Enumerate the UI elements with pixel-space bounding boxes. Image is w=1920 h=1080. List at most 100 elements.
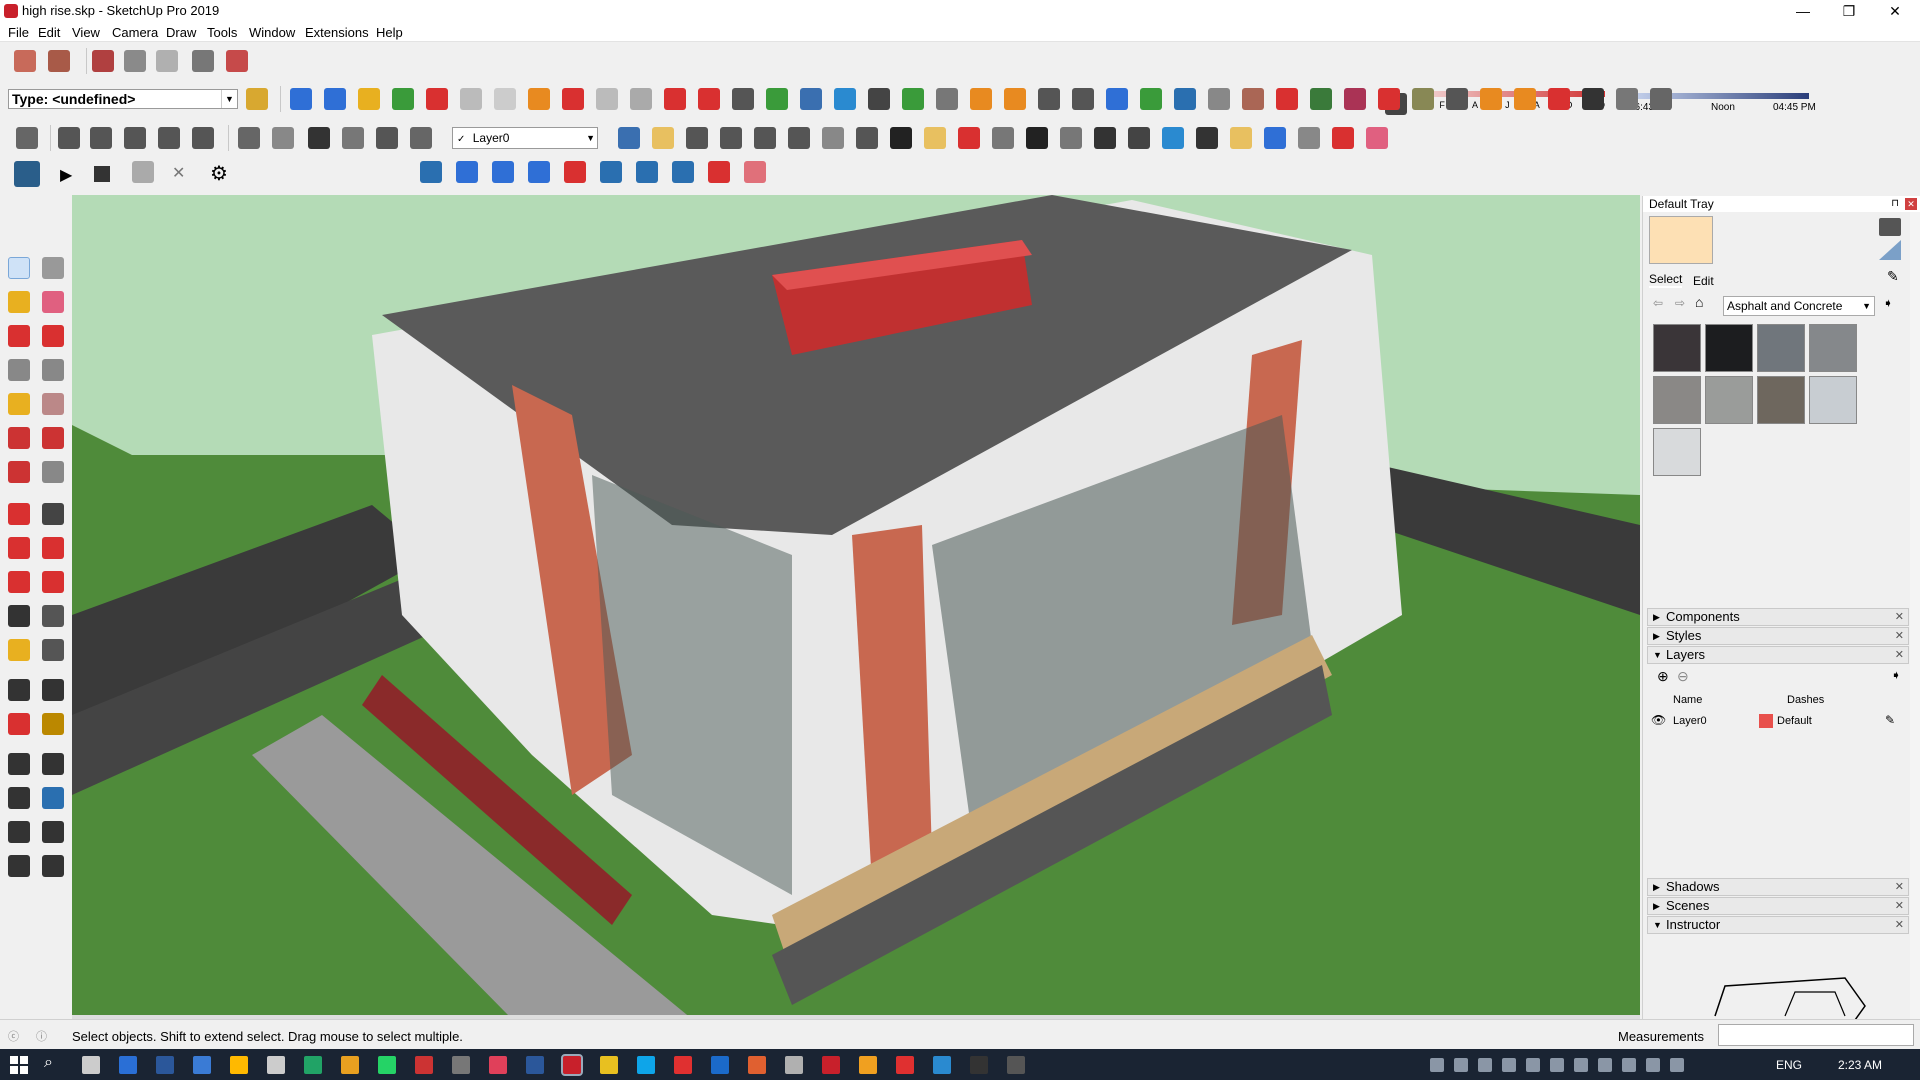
material-swatch[interactable] (1705, 324, 1753, 372)
position-camera-left-icon[interactable] (8, 821, 30, 843)
tray-app-1[interactable] (1430, 1058, 1444, 1072)
calculator-icon[interactable] (119, 1056, 137, 1074)
iso-view-icon[interactable] (58, 127, 80, 149)
line-icon[interactable] (562, 88, 584, 110)
text-icon[interactable] (800, 88, 822, 110)
protractor-left-icon[interactable] (8, 639, 30, 661)
section-left-icon[interactable] (42, 855, 64, 877)
tape-left-icon[interactable] (8, 605, 30, 627)
tray-app-4[interactable] (1550, 1058, 1564, 1072)
menu-window[interactable]: Window (249, 25, 295, 40)
rectangle-icon[interactable] (528, 88, 550, 110)
collapse-icon[interactable]: ▼ (1653, 917, 1662, 933)
ellipse-draw-icon[interactable] (1094, 127, 1116, 149)
autocad-icon[interactable] (674, 1056, 692, 1074)
arc-left-icon[interactable] (8, 427, 30, 449)
make-component-left-icon[interactable] (42, 257, 64, 279)
pen-icon[interactable] (1670, 1058, 1684, 1072)
orbit-left-icon[interactable] (8, 713, 30, 735)
curve-draw-icon[interactable] (1162, 127, 1184, 149)
position-camera-tool-icon[interactable] (822, 127, 844, 149)
material-swatch[interactable] (1653, 376, 1701, 424)
chevron-down-icon[interactable]: ▼ (586, 128, 595, 148)
house-icon[interactable] (308, 127, 330, 149)
pin-icon[interactable]: ⊓ (1891, 196, 1899, 212)
chevron-down-icon[interactable]: ▼ (221, 90, 237, 108)
trim-icon[interactable] (1174, 88, 1196, 110)
material-swatch[interactable] (1653, 324, 1701, 372)
close-icon[interactable]: ✕ (1895, 628, 1904, 644)
app-icon-4[interactable] (748, 1056, 766, 1074)
sketchup-taskbar-icon[interactable] (415, 1056, 433, 1074)
expand-icon[interactable]: ▶ (1653, 628, 1660, 644)
front-view-icon[interactable] (124, 127, 146, 149)
zoom-extents-tool-icon[interactable] (754, 127, 776, 149)
3d-text-left-icon[interactable] (42, 679, 64, 701)
component-icon[interactable] (324, 88, 346, 110)
chrome-icon[interactable] (341, 1056, 359, 1074)
material-swatch[interactable] (1757, 376, 1805, 424)
look-around-left-icon[interactable] (42, 821, 64, 843)
minimize-button[interactable]: — (1780, 0, 1826, 22)
collapse-icon[interactable]: ▼ (1653, 647, 1662, 663)
app-icon-3[interactable] (711, 1056, 729, 1074)
tray-app-3[interactable] (1478, 1058, 1492, 1072)
entity-type-field[interactable]: Type: <undefined> ▼ (8, 89, 238, 109)
outer-shell-icon[interactable] (1038, 88, 1060, 110)
zoom-window-tool-icon[interactable] (720, 127, 742, 149)
zoom-extents-icon[interactable] (1446, 88, 1468, 110)
textured-icon[interactable] (410, 127, 432, 149)
circle-left-icon[interactable] (8, 393, 30, 415)
zoom-window-icon[interactable] (1480, 88, 1502, 110)
store-icon[interactable] (267, 1056, 285, 1074)
gear-icon[interactable]: ⚙ (210, 161, 228, 186)
split-icon[interactable] (1208, 88, 1230, 110)
orbit-tool-icon[interactable] (618, 127, 640, 149)
photoshop-icon[interactable] (156, 1056, 174, 1074)
close-button[interactable]: ✕ (1872, 0, 1918, 22)
push-pull-icon[interactable] (426, 88, 448, 110)
tray-app-2[interactable] (1454, 1058, 1468, 1072)
sketchup-active-icon[interactable] (561, 1054, 583, 1076)
expand-icon[interactable]: ▶ (1653, 898, 1660, 914)
intersect-icon[interactable] (1072, 88, 1094, 110)
paint-icon[interactable] (1650, 88, 1672, 110)
section-shadows[interactable]: ▶ Shadows ✕ (1647, 878, 1909, 896)
walk-left-icon[interactable] (8, 855, 30, 877)
orbit-icon[interactable] (494, 88, 516, 110)
fredo-icon[interactable] (744, 161, 766, 183)
paint-bucket-icon[interactable] (290, 88, 312, 110)
back-view-icon[interactable] (192, 127, 214, 149)
look-around-tool-icon[interactable] (856, 127, 878, 149)
display-section-icon[interactable] (630, 88, 652, 110)
info-icon[interactable]: ⓘ (36, 1028, 47, 1044)
dimension-icon[interactable] (766, 88, 788, 110)
app-icon[interactable] (489, 1056, 507, 1074)
default-material-icon[interactable] (1879, 240, 1901, 260)
material-swatch[interactable] (1809, 324, 1857, 372)
onedrive-icon[interactable] (1598, 1058, 1612, 1072)
menu-file[interactable]: File (8, 25, 29, 40)
pie-left-icon[interactable] (42, 461, 64, 483)
bridge-icon[interactable] (970, 1056, 988, 1074)
circle-icon[interactable] (1310, 88, 1332, 110)
push-pull-left-icon[interactable] (42, 503, 64, 525)
offset-icon[interactable] (1004, 88, 1026, 110)
three-point-arc-icon[interactable] (8, 461, 30, 483)
pan-tool-icon[interactable] (652, 127, 674, 149)
layer-details-icon[interactable]: ➧ (1891, 668, 1901, 682)
rotate-icon[interactable] (936, 88, 958, 110)
offset-left-icon[interactable] (42, 571, 64, 593)
layer-color-swatch[interactable] (1759, 714, 1773, 728)
previous-view-icon[interactable] (788, 127, 810, 149)
microphone-icon[interactable] (1502, 1058, 1516, 1072)
scale-icon[interactable] (970, 88, 992, 110)
redo-icon[interactable] (708, 161, 730, 183)
menu-view[interactable]: View (72, 25, 100, 40)
polygon-draw-icon[interactable] (1060, 127, 1082, 149)
freehand-pencil-icon[interactable] (958, 127, 980, 149)
position-camera-icon[interactable] (1582, 88, 1604, 110)
expand-icon[interactable]: ▶ (1653, 609, 1660, 625)
lumion-icon[interactable] (14, 161, 40, 187)
make-faces-icon[interactable] (420, 161, 442, 183)
